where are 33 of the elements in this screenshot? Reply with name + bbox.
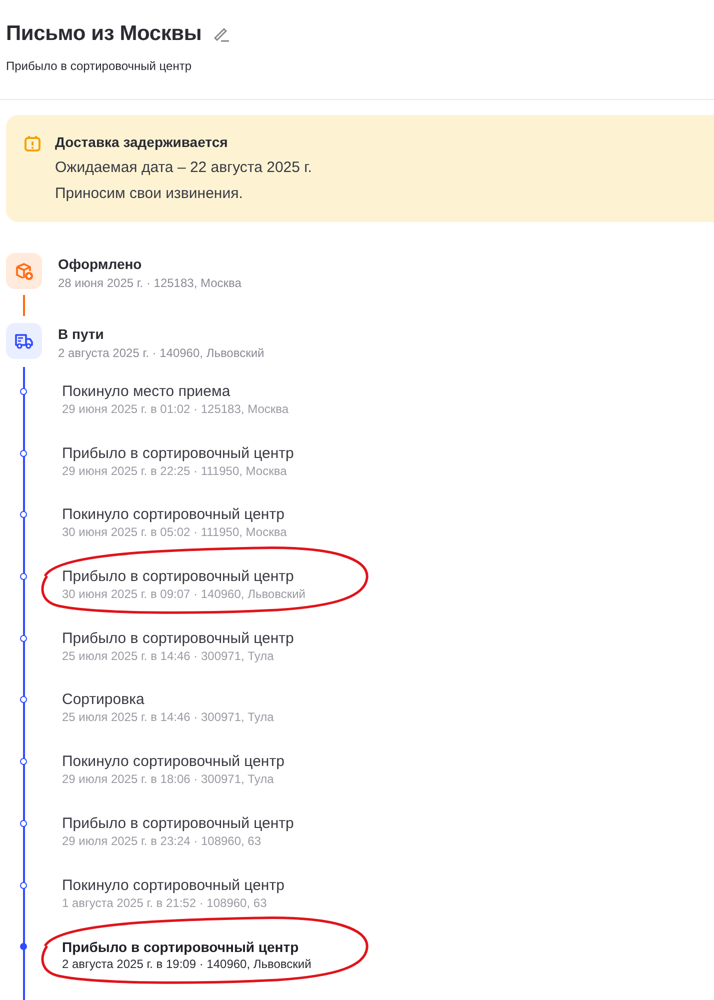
event-details: 25 июля 2025 г. в 14:46 · 300971, Тула xyxy=(62,710,275,724)
status-text: Прибыло в сортировочный центр xyxy=(6,59,193,73)
event-title: Прибыло в сортировочный центр xyxy=(62,938,300,956)
event-title: Покинуло сортировочный центр xyxy=(62,506,286,524)
box-plus-icon xyxy=(14,261,34,281)
event-title: Прибыло в сортировочный центр xyxy=(62,568,295,586)
event-title: Покинуло место приема xyxy=(62,383,232,401)
event-title: Покинуло сортировочный центр xyxy=(62,876,286,894)
event-details: 29 июня 2025 г. в 22:25 · 111950, Москва xyxy=(62,464,288,478)
alert-text: Ожидаемая дата – 22 августа 2025 г. xyxy=(55,159,312,176)
parcel-title: Письмо из Москвы xyxy=(6,22,202,46)
event-title: Прибыло в сортировочный центр xyxy=(62,444,295,463)
event-title: Покинуло сортировочный центр xyxy=(62,753,286,772)
stage-title: В пути xyxy=(58,326,105,342)
event-title: Прибыло в сортировочный центр xyxy=(62,630,295,648)
event-details: 25 июля 2025 г. в 14:46 · 300971, Тула xyxy=(62,648,275,663)
event-details: 30 июня 2025 г. в 09:07 · 140960, Львовский xyxy=(62,587,307,602)
event-details: 29 июня 2025 г. в 01:02 · 125183, Москва xyxy=(62,402,290,416)
event-details: 1 августа 2025 г. в 21:52 · 108960, 63 xyxy=(62,896,268,910)
event-details: 29 июля 2025 г. в 18:06 · 300971, Тула xyxy=(62,772,275,786)
event-title: Сортировка xyxy=(62,691,146,710)
event-details: 2 августа 2025 г. в 19:09 · 140960, Львовский xyxy=(62,957,312,972)
event-title: Прибыло в сортировочный центр xyxy=(62,814,295,833)
edit-icon[interactable] xyxy=(212,25,230,43)
stage-title: Оформлено xyxy=(58,256,143,272)
event-details: 29 июля 2025 г. в 23:24 · 108960, 63 xyxy=(62,834,262,848)
calendar-alert-icon xyxy=(24,135,41,152)
truck-icon xyxy=(14,331,34,351)
alert-text: Приносим свои извинения. xyxy=(55,185,244,202)
alert-title: Доставка задерживается xyxy=(55,134,229,150)
event-details: 30 июня 2025 г. в 05:02 · 111950, Москва xyxy=(62,525,288,540)
stage-details: 28 июня 2025 г. · 125183, Москва xyxy=(58,276,242,290)
stage-details: 2 августа 2025 г. · 140960, Львовский xyxy=(58,346,264,360)
